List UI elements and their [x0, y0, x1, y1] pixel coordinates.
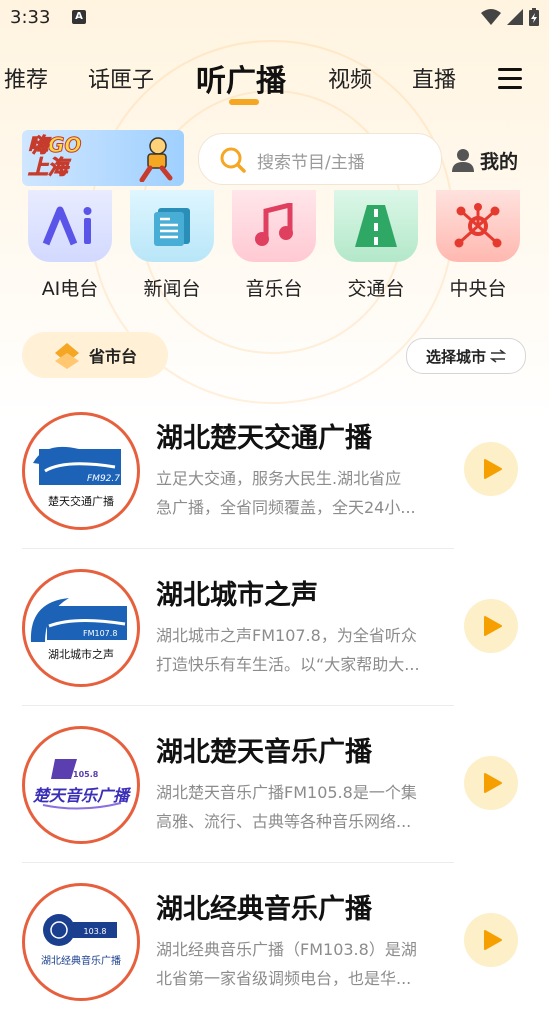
tab-huaxiazi[interactable]: 话匣子	[88, 62, 154, 94]
station-logo: FM92.7 楚天交通广播	[22, 412, 140, 530]
map-pin-icon	[54, 343, 79, 369]
svg-text:楚天交通广播: 楚天交通广播	[48, 494, 114, 508]
station-logo: FM107.8 湖北城市之声	[22, 569, 140, 687]
tab-recommend[interactable]: 推荐	[4, 62, 48, 94]
svg-text:FM107.8: FM107.8	[83, 629, 117, 638]
station-title: 湖北楚天音乐广播	[156, 737, 372, 768]
ai-icon	[28, 190, 112, 262]
svg-text:105.8: 105.8	[73, 770, 99, 779]
province-label: 省市台	[88, 347, 137, 366]
station-description: 湖北经典音乐广播（FM103.8）是湖 北省第一家省级调频电台，也是华...	[156, 940, 417, 988]
play-button[interactable]	[464, 756, 518, 810]
music-note-icon	[232, 190, 316, 262]
svg-text:湖北城市之声: 湖北城市之声	[48, 647, 114, 661]
play-icon	[484, 773, 502, 793]
station-title: 湖北城市之声	[156, 580, 318, 611]
road-icon	[334, 190, 418, 262]
active-tab-indicator	[229, 99, 259, 105]
station-title: 湖北楚天交通广播	[156, 423, 372, 454]
status-icons	[481, 8, 539, 26]
battery-icon	[529, 8, 539, 26]
my-label: 我的	[480, 150, 519, 173]
svg-text:FM92.7: FM92.7	[87, 474, 120, 484]
station-item[interactable]: FM92.7 楚天交通广播 湖北楚天交通广播 立足大交通，服务大民生.湖北省应 …	[0, 392, 549, 549]
svg-text:楚天音乐广播: 楚天音乐广播	[32, 786, 132, 805]
station-logo: 103.8 湖北经典音乐广播	[22, 883, 140, 1001]
category-label: 新闻台	[143, 278, 201, 300]
play-button[interactable]	[464, 913, 518, 967]
tab-radio[interactable]: 听广播	[196, 56, 286, 100]
category-label: 交通台	[347, 278, 405, 300]
svg-text:湖北经典音乐广播: 湖北经典音乐广播	[41, 954, 121, 967]
province-station-button[interactable]: 省市台	[22, 332, 168, 378]
menu-icon[interactable]	[498, 68, 522, 90]
category-traffic[interactable]: 交通台	[326, 190, 426, 301]
search-input[interactable]: 搜索节目/主播	[198, 133, 442, 185]
station-description: 湖北城市之声FM107.8，为全省听众 打造快乐有车生活。以“大家帮助大...	[156, 626, 420, 674]
tab-live[interactable]: 直播	[412, 62, 456, 94]
category-row: AI电台 新闻台 音乐台 交通台 中央台	[0, 190, 549, 310]
play-button[interactable]	[464, 442, 518, 496]
category-label: AI电台	[41, 278, 99, 300]
station-item[interactable]: FM107.8 湖北城市之声 湖北城市之声 湖北城市之声FM107.8，为全省听…	[0, 549, 549, 706]
swap-icon	[490, 349, 506, 363]
svg-text:103.8: 103.8	[84, 927, 107, 936]
station-item[interactable]: 105.8 楚天音乐广播 湖北楚天音乐广播 湖北楚天音乐广播FM105.8是一个…	[0, 706, 549, 863]
play-button[interactable]	[464, 599, 518, 653]
signal-icon	[507, 9, 523, 25]
runner-icon	[139, 137, 173, 182]
category-label: 中央台	[449, 278, 507, 300]
search-icon	[220, 147, 246, 173]
play-icon	[484, 930, 502, 950]
top-tabs: 推荐 话匣子 听广播 视频 直播	[0, 52, 549, 108]
news-icon	[130, 190, 214, 262]
status-time: 3:33	[10, 7, 51, 28]
station-description: 立足大交通，服务大民生.湖北省应 急广播，全省同频覆盖，全天24小...	[156, 469, 416, 517]
search-placeholder: 搜索节目/主播	[257, 153, 365, 173]
category-news[interactable]: 新闻台	[122, 190, 222, 301]
city-label: 选择城市	[425, 347, 486, 366]
notification-icon: A	[72, 10, 86, 24]
station-title: 湖北经典音乐广播	[156, 894, 372, 925]
category-ai[interactable]: AI电台	[20, 190, 120, 301]
select-city-button[interactable]: 选择城市	[406, 338, 526, 374]
category-music[interactable]: 音乐台	[224, 190, 324, 301]
station-item[interactable]: 103.8 湖北经典音乐广播 湖北经典音乐广播 湖北经典音乐广播（FM103.8…	[0, 863, 549, 1020]
banner-text: 嗨GO 上海	[27, 133, 82, 179]
wifi-icon	[481, 9, 501, 25]
status-bar: 3:33 A	[0, 0, 549, 36]
tab-video[interactable]: 视频	[328, 62, 372, 94]
play-icon	[484, 459, 502, 479]
category-label: 音乐台	[245, 278, 303, 300]
user-icon	[452, 149, 474, 172]
promo-banner[interactable]: 嗨GO 上海	[22, 130, 184, 186]
station-logo: 105.8 楚天音乐广播	[22, 726, 140, 844]
category-central[interactable]: 中央台	[428, 190, 528, 301]
my-profile-button[interactable]: 我的	[452, 146, 518, 174]
play-icon	[484, 616, 502, 636]
station-description: 湖北楚天音乐广播FM105.8是一个集 高雅、流行、古典等各种音乐网络...	[156, 783, 417, 831]
network-icon	[436, 190, 520, 262]
